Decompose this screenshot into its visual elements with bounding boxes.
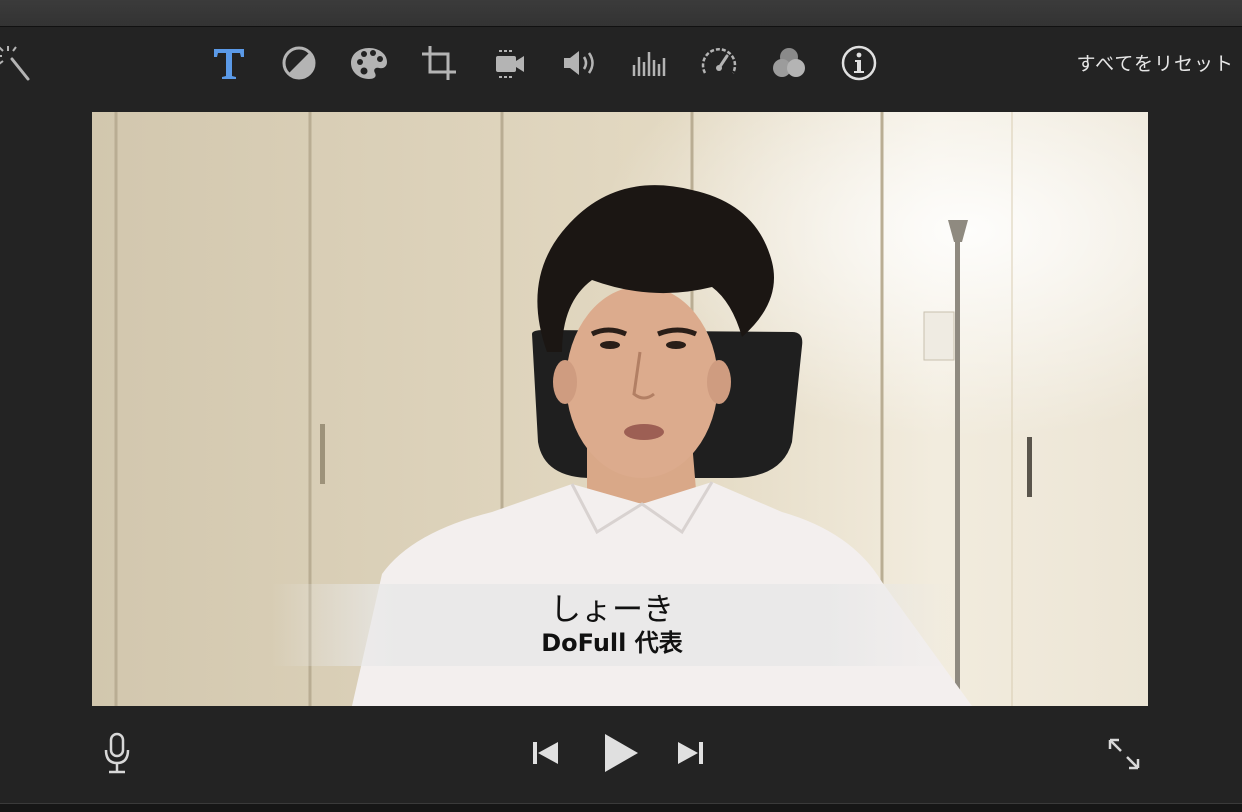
volume-icon[interactable] — [555, 39, 603, 87]
reset-all-button[interactable]: すべてをリセット — [1076, 49, 1234, 76]
play-icon[interactable] — [596, 730, 644, 776]
caption-name: しょーき — [550, 592, 674, 628]
video-viewer[interactable]: しょーき DoFull 代表 — [92, 112, 1148, 706]
caption-role: DoFull 代表 — [541, 629, 683, 657]
playback-controls — [0, 706, 1242, 806]
crop-icon[interactable] — [415, 39, 463, 87]
skip-back-icon[interactable] — [526, 736, 564, 770]
stabilization-camera-icon[interactable] — [486, 39, 534, 87]
window-top-strip — [0, 0, 1242, 27]
bottom-divider — [0, 803, 1242, 812]
skip-forward-icon[interactable] — [672, 736, 710, 770]
magic-wand-icon[interactable] — [0, 39, 38, 87]
info-icon[interactable] — [835, 39, 883, 87]
fullscreen-icon[interactable] — [1104, 734, 1144, 774]
speed-gauge-icon[interactable] — [695, 39, 743, 87]
noise-equalizer-icon[interactable] — [625, 39, 673, 87]
microphone-icon[interactable] — [98, 730, 136, 776]
title-text-icon[interactable] — [205, 39, 253, 87]
lower-third-title[interactable]: しょーき DoFull 代表 — [272, 584, 952, 666]
color-balance-icon[interactable] — [275, 39, 323, 87]
color-palette-icon[interactable] — [345, 39, 393, 87]
clip-filter-icon[interactable] — [765, 39, 813, 87]
adjustment-toolbar: すべてをリセット — [0, 27, 1242, 99]
